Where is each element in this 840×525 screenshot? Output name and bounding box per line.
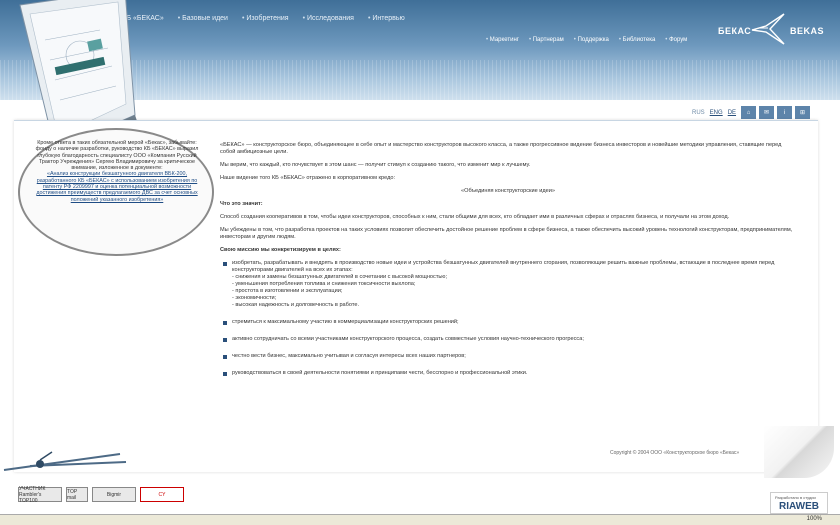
goal-text: изобретать, разрабатывать и внедрять в п… [232, 260, 775, 273]
logo-text-ru: БЕКАС [718, 26, 752, 36]
riaweb-logo: RIAWEB [779, 501, 819, 512]
compass-illustration [3, 451, 127, 471]
zoom-level[interactable]: 100% [807, 516, 822, 522]
nav-item-interview[interactable]: Интервью [368, 15, 404, 22]
list-item: изобретать, разрабатывать и внедрять в п… [220, 260, 796, 309]
paper-curl [764, 426, 834, 478]
mail-icon[interactable]: ✉ [759, 106, 775, 119]
sidebar-note-text: Кроме ответа в таких обязательной мерой … [35, 140, 199, 172]
bird-logo-icon [751, 13, 785, 45]
cy-badge[interactable]: CY [140, 487, 184, 502]
sub-nav: Маркетинг Партнерам Поддержка Библиотека… [486, 37, 688, 43]
motto: «Объединяя конструкторские идеи» [461, 188, 555, 194]
nav-item-ideas[interactable]: Базовые идеи [178, 15, 228, 22]
home-icon[interactable]: ⌂ [741, 106, 757, 119]
copyright: Copyright © 2004 ООО «Конструкторское бю… [610, 450, 740, 456]
goal-subitem: - простота в изготовлении и эксплуатации… [232, 288, 343, 294]
counter-badges: УЧАСТНИК Rambler's TOP100 TOP mail Bigmi… [18, 486, 184, 504]
lang-rus[interactable]: RUS [692, 110, 705, 116]
goals-heading: Свою миссию мы конкретизируем в целях: [220, 247, 341, 253]
list-item: честно вести бизнес, максимально учитыва… [220, 353, 796, 360]
nav-item-marketing[interactable]: Маркетинг [486, 37, 519, 43]
logo[interactable]: БЕКАС BEKAS [712, 10, 824, 46]
list-item: стремиться к максимальному участию в ком… [220, 319, 796, 326]
nav-item-library[interactable]: Библиотека [619, 37, 656, 43]
main-content: «БЕКАС» — конструкторское бюро, объединя… [220, 142, 796, 387]
credo-paragraph: Наше видение того КБ «БЕКАС» отражено в … [220, 175, 396, 181]
info-icon[interactable]: i [777, 106, 793, 119]
logo-text-en: BEKAS [790, 26, 825, 36]
what-heading: Что это значит: [220, 201, 263, 207]
sidebar-note: Кроме ответа в таких обязательной мерой … [34, 140, 200, 203]
page: { "header": { "top_nav": ["КБ «БЕКАС»", … [0, 0, 840, 525]
nav-item-partners[interactable]: Партнерам [529, 37, 564, 43]
nav-item-inventions[interactable]: Изобретения [242, 15, 288, 22]
meaning-paragraph: Способ создания кооперативов в том, чтоб… [220, 214, 730, 220]
belief-paragraph: Мы верим, что каждый, кто почувствует в … [220, 162, 531, 168]
rambler-badge[interactable]: УЧАСТНИК Rambler's TOP100 [18, 486, 62, 504]
topmail-badge[interactable]: TOP mail [66, 487, 88, 502]
bigmir-badge[interactable]: Bigmir [92, 487, 136, 502]
goal-subitem: - уменьшения потребления топлива и сниже… [232, 281, 416, 287]
conviction-paragraph: Мы убеждены в том, что разработка проект… [220, 227, 793, 240]
goals-list: изобретать, разрабатывать и внедрять в п… [220, 260, 796, 377]
goal-subitem: - экономичности; [232, 295, 277, 301]
list-item: руководствоваться в своей деятельности п… [220, 370, 796, 377]
browser-status-bar: 100% [0, 514, 840, 525]
riaweb-caption: Разработано в студии [775, 495, 816, 500]
top-nav: КБ «БЕКАС» Базовые идеи Изобретения Иссл… [118, 15, 404, 22]
nav-item-forum[interactable]: Форум [665, 37, 687, 43]
nav-item-research[interactable]: Исследования [303, 15, 354, 22]
riaweb-badge[interactable]: Разработано в студии RIAWEB [770, 492, 828, 514]
intro-paragraph: «БЕКАС» — конструкторское бюро, объединя… [220, 142, 782, 155]
nav-item-support[interactable]: Поддержка [574, 37, 609, 43]
sitemap-icon[interactable]: ⊞ [795, 106, 811, 119]
goal-subitem: - высокая надежность и долговечность в р… [232, 302, 360, 308]
lang-eng[interactable]: ENG [710, 110, 723, 116]
lang-de[interactable]: DE [728, 110, 736, 116]
sidebar-analysis-link[interactable]: «Анализ конструкции безшатунного двигате… [36, 171, 197, 202]
list-item: активно сотрудничать со всеми участникам… [220, 336, 796, 343]
toolbar: RUS ENG DE ⌂ ✉ i ⊞ [692, 106, 811, 119]
goal-subitem: - снижения и замены безшатунных двигател… [232, 274, 448, 280]
